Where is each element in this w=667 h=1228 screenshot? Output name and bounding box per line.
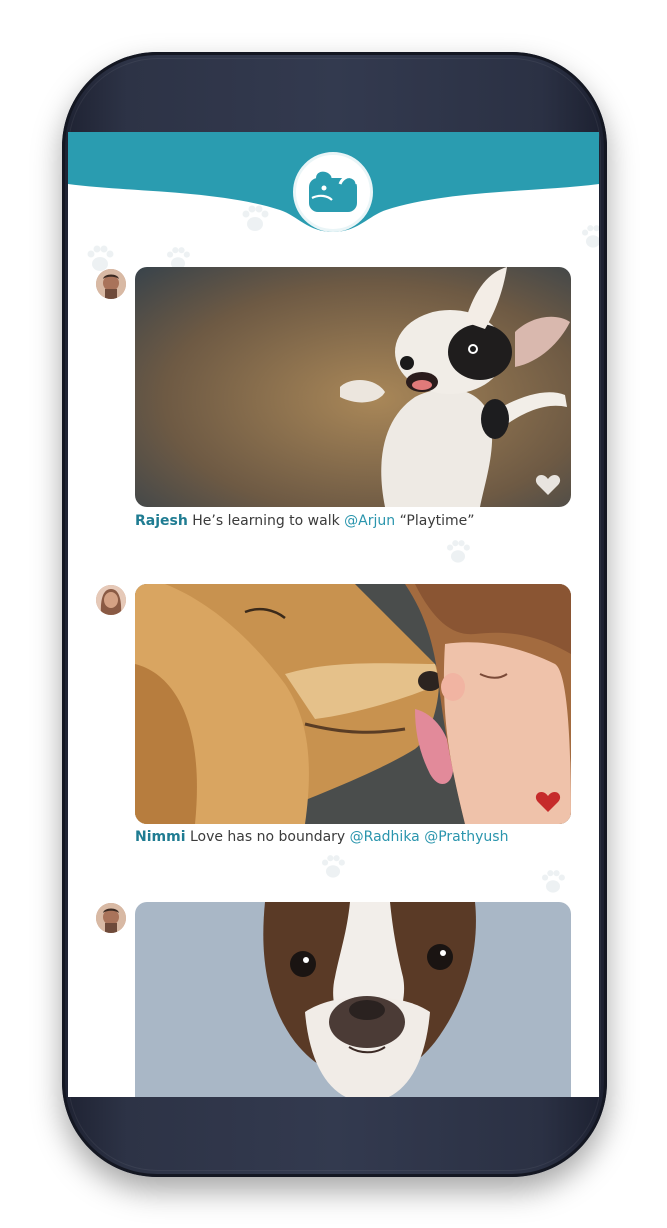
avatar[interactable] (96, 903, 126, 933)
like-heart-icon[interactable] (535, 790, 561, 814)
post-photo[interactable] (135, 584, 571, 824)
post-mention[interactable]: @Arjun (344, 513, 395, 529)
post-text: He’s learning to walk (192, 513, 340, 529)
paw-print-icon (446, 540, 470, 563)
post-caption: Nimmi Love has no boundary @Radhika @Pra… (135, 829, 575, 845)
paw-print-icon (321, 855, 345, 878)
post-username[interactable]: Rajesh (135, 513, 188, 529)
post-text: Love has no boundary (189, 829, 346, 845)
paw-print-icon (541, 870, 565, 893)
post-photo[interactable] (135, 902, 571, 1097)
app-logo[interactable] (293, 152, 373, 232)
app-screen: Rajesh He’s learning to walk @Arjun “Pla… (68, 132, 599, 1097)
post-mention[interactable]: @Radhika (350, 829, 420, 845)
avatar[interactable] (96, 585, 126, 615)
like-heart-icon[interactable] (535, 473, 561, 497)
post-photo[interactable] (135, 267, 571, 507)
dog-logo-icon (309, 171, 359, 212)
post-tag: “Playtime” (399, 513, 475, 529)
post-username[interactable]: Nimmi (135, 829, 186, 845)
post-caption: Rajesh He’s learning to walk @Arjun “Pla… (135, 513, 575, 529)
post-mention[interactable]: @Prathyush (424, 829, 508, 845)
avatar[interactable] (96, 269, 126, 299)
